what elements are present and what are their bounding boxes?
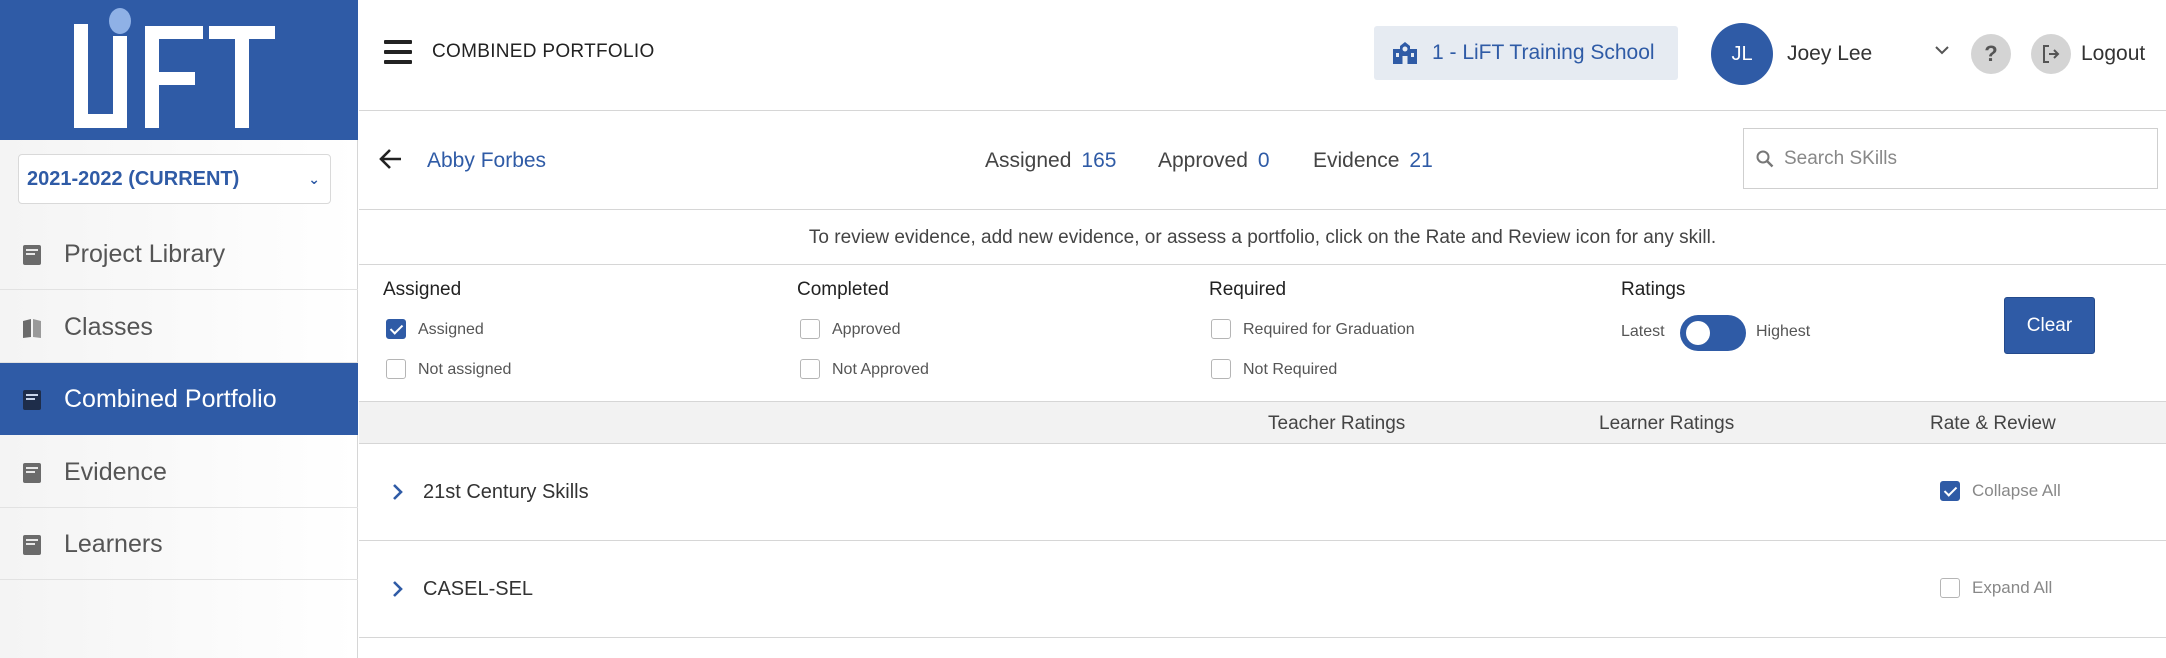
filter-not-approved-checkbox[interactable]: Not Approved [800, 359, 929, 380]
stat-label: Assigned [985, 149, 1072, 172]
checkbox-label: Assigned [418, 321, 484, 339]
sidebar-item-label: Combined Portfolio [64, 385, 277, 413]
filter-required-checkbox[interactable]: Required for Graduation [1211, 319, 1415, 340]
ratings-toggle[interactable] [1680, 315, 1746, 351]
user-name[interactable]: Joey Lee [1787, 42, 1872, 66]
column-rate-review: Rate & Review [1930, 413, 2056, 434]
ratings-latest-label: Latest [1621, 323, 1665, 340]
school-year-select[interactable]: 2021-2022 (CURRENT) ⌄ [18, 154, 331, 204]
top-header: COMBINED PORTFOLIO 1 - LiFT Training Sch… [359, 0, 2166, 111]
sidebar-item-label: Evidence [64, 458, 167, 486]
expand-all-toggle[interactable]: Expand All [1940, 577, 2053, 599]
table-header: Teacher Ratings Learner Ratings Rate & R… [359, 402, 2166, 444]
category-name: 21st Century Skills [423, 481, 589, 503]
toggle-label: Collapse All [1972, 481, 2061, 500]
approved-stat: Approved 0 [1158, 149, 1270, 173]
lift-logo[interactable] [0, 0, 358, 140]
sidebar: 2021-2022 (CURRENT) ⌄ Project Library Cl… [0, 0, 358, 658]
avatar[interactable]: JL [1711, 23, 1773, 85]
filter-title-completed: Completed [797, 279, 889, 300]
checkbox[interactable] [800, 319, 820, 339]
checkbox-checked[interactable] [386, 319, 406, 339]
checkbox-label: Approved [832, 321, 901, 339]
evidence-icon [23, 463, 41, 483]
stat-value: 0 [1257, 149, 1270, 172]
open-book-icon [23, 319, 41, 338]
checkbox[interactable] [1211, 319, 1231, 339]
chevron-right-icon[interactable] [392, 580, 404, 598]
table-row[interactable]: 21st Century Skills Collapse All [359, 444, 2166, 541]
stat-label: Evidence [1313, 149, 1400, 172]
sidebar-item-label: Learners [64, 530, 163, 558]
filters-panel: Assigned Assigned Not assigned Completed… [359, 265, 2166, 402]
stat-value: 21 [1409, 149, 1433, 172]
help-button[interactable]: ? [1971, 34, 2011, 74]
school-icon [1393, 42, 1417, 64]
category-name: CASEL-SEL [423, 578, 534, 600]
checkbox[interactable] [800, 359, 820, 379]
collapse-all-toggle[interactable]: Collapse All [1940, 480, 2061, 502]
lift-logo-icon [74, 8, 275, 128]
logout-label[interactable]: Logout [2081, 42, 2145, 66]
checkbox[interactable] [386, 359, 406, 379]
search-skills-box[interactable] [1743, 128, 2158, 189]
filter-title-ratings: Ratings [1621, 279, 1686, 300]
table-row[interactable]: CASEL-SEL Expand All [359, 541, 2166, 638]
chevron-down-icon: ⌄ [308, 171, 320, 187]
assigned-stat: Assigned 165 [985, 149, 1116, 173]
filter-title-assigned: Assigned [383, 279, 462, 300]
logout-button[interactable] [2031, 34, 2071, 74]
search-input[interactable] [1784, 129, 2144, 188]
sidebar-item-combined-portfolio[interactable]: Combined Portfolio [0, 363, 358, 435]
stat-value: 165 [1081, 149, 1117, 172]
learner-bar: Abby Forbes Assigned 165 Approved 0 Eviden… [359, 111, 2166, 210]
sidebar-item-classes[interactable]: Classes [0, 291, 358, 363]
learners-icon [23, 535, 41, 555]
checkbox-label: Not assigned [418, 361, 512, 379]
sidebar-item-project-library[interactable]: Project Library [0, 218, 358, 290]
instruction-text: To review evidence, add new evidence, or… [359, 210, 2166, 265]
stat-label: Approved [1158, 149, 1248, 172]
column-teacher-ratings: Teacher Ratings [1268, 413, 1406, 434]
checkbox-label: Not Approved [832, 361, 929, 379]
checkbox[interactable] [1211, 359, 1231, 379]
sidebar-item-learners[interactable]: Learners [0, 508, 358, 580]
clear-button[interactable]: Clear [2004, 297, 2095, 354]
portfolio-icon [23, 390, 41, 410]
search-icon [1756, 150, 1774, 168]
filter-assigned-checkbox[interactable]: Assigned [386, 319, 484, 340]
checkbox-checked[interactable] [1940, 480, 1960, 501]
learner-name[interactable]: Abby Forbes [427, 149, 546, 173]
chevron-right-icon[interactable] [392, 483, 404, 501]
chevron-down-icon[interactable] [1934, 42, 1950, 58]
column-learner-ratings: Learner Ratings [1599, 413, 1735, 434]
ratings-highest-label: Highest [1756, 323, 1811, 340]
school-year-value: 2021-2022 (CURRENT) [27, 168, 240, 190]
filter-approved-checkbox[interactable]: Approved [800, 319, 901, 340]
book-icon [23, 245, 41, 265]
sidebar-item-evidence[interactable]: Evidence [0, 436, 358, 508]
page-title: COMBINED PORTFOLIO [432, 41, 655, 62]
checkbox-label: Not Required [1243, 361, 1338, 379]
filter-not-assigned-checkbox[interactable]: Not assigned [386, 359, 512, 380]
filter-not-required-checkbox[interactable]: Not Required [1211, 359, 1338, 380]
checkbox[interactable] [1940, 577, 1960, 598]
checkbox-label: Required for Graduation [1243, 321, 1415, 339]
toggle-label: Expand All [1972, 578, 2053, 597]
school-name: 1 - LiFT Training School [1432, 41, 1655, 64]
back-arrow-icon[interactable] [379, 148, 403, 170]
menu-icon[interactable] [384, 40, 412, 64]
sidebar-item-label: Classes [64, 313, 153, 341]
logout-icon [2043, 45, 2060, 63]
sidebar-item-label: Project Library [64, 240, 226, 268]
filter-title-required: Required [1209, 279, 1287, 300]
school-selector[interactable]: 1 - LiFT Training School [1374, 26, 1678, 80]
evidence-stat: Evidence 21 [1313, 149, 1433, 173]
